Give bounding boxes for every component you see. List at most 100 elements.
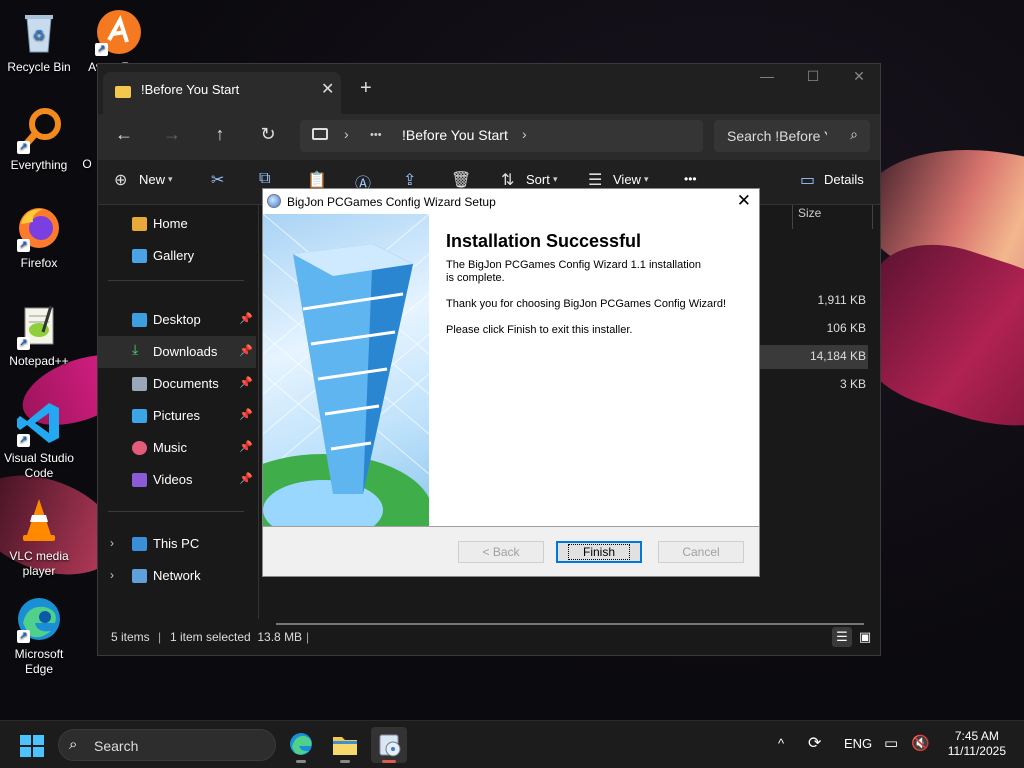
new-tab-button[interactable]: + — [360, 77, 372, 100]
desktop-icon-vlc[interactable]: VLC media player — [0, 497, 79, 579]
svg-text:♻: ♻ — [33, 27, 46, 43]
taskbar-edge[interactable] — [283, 727, 319, 763]
tiles-view-icon[interactable]: ▣ — [855, 627, 875, 647]
desktop-icon-notepadpp[interactable]: ↗ Notepad++ — [0, 302, 79, 369]
breadcrumb-current[interactable]: !Before You Start — [402, 127, 508, 143]
nav-item-network[interactable]: › Network — [98, 560, 256, 592]
back-button[interactable]: < Back — [458, 541, 544, 563]
nav-item-documents[interactable]: Documents 📌 — [98, 368, 256, 400]
desktop-icon-partial[interactable]: O — [77, 157, 97, 172]
pane-splitter[interactable] — [258, 205, 259, 619]
chevron-right-icon[interactable]: › — [522, 126, 527, 142]
more-options-button[interactable]: ••• — [684, 172, 697, 186]
tab-close-icon[interactable]: ✕ — [321, 79, 334, 99]
taskbar-search-box[interactable]: ⌕ Search — [58, 729, 276, 761]
nav-item-videos[interactable]: Videos 📌 — [98, 464, 256, 496]
taskbar-clock[interactable]: 7:45 AM 11/11/2025 — [948, 729, 1006, 759]
nav-item-label: This PC — [153, 536, 200, 551]
desktop-icon-label: Recycle Bin — [7, 60, 71, 74]
taskbar-installer[interactable] — [371, 727, 407, 763]
finish-button[interactable]: Finish — [556, 541, 642, 563]
address-bar[interactable]: › ••• !Before You Start › — [300, 120, 703, 152]
show-hidden-icons-chevron-up-icon[interactable]: ^ — [778, 736, 784, 751]
nav-divider — [108, 280, 244, 281]
refresh-icon[interactable]: ↻ — [256, 124, 280, 145]
pin-icon[interactable]: 📌 — [239, 440, 253, 453]
nav-item-desktop[interactable]: Desktop 📌 — [98, 304, 256, 336]
download-arrow-icon: ⤓ — [132, 341, 139, 357]
up-arrow-icon[interactable]: ↑ — [208, 124, 232, 145]
search-input[interactable]: Search !Before You Start ⌕ — [714, 120, 870, 152]
nav-item-label: Downloads — [153, 344, 218, 359]
desktop-icon-everything[interactable]: ↗ Everything — [0, 106, 79, 173]
share-icon[interactable]: ⇪ — [403, 170, 416, 190]
nav-item-this-pc[interactable]: › This PC — [98, 528, 256, 560]
avast-icon: ↗ — [93, 8, 141, 56]
network-icon — [132, 569, 147, 583]
more-crumbs[interactable]: ••• — [370, 129, 382, 141]
shortcut-arrow-icon: ↗ — [17, 141, 30, 154]
pictures-icon — [132, 409, 147, 423]
details-view-icon[interactable]: ☰ — [832, 627, 852, 647]
speaker-muted-icon[interactable]: 🔇 — [911, 734, 930, 752]
chevron-right-icon[interactable]: › — [110, 536, 114, 550]
documents-icon — [132, 377, 147, 391]
desktop-icon-label: Firefox — [20, 256, 58, 270]
nav-item-pictures[interactable]: Pictures 📌 — [98, 400, 256, 432]
close-window-button[interactable]: ✕ — [836, 68, 882, 85]
explorer-tab[interactable]: !Before You Start ✕ — [103, 72, 341, 114]
column-header-size[interactable]: Size — [798, 206, 821, 220]
item-count: 5 items — [111, 630, 150, 644]
cancel-button[interactable]: Cancel — [658, 541, 744, 563]
pin-icon[interactable]: 📌 — [239, 408, 253, 421]
shortcut-arrow-icon: ↗ — [17, 630, 30, 643]
dialog-title-bar[interactable]: BigJon PCGames Config Wizard Setup ✕ — [263, 189, 759, 214]
windows-start-icon[interactable] — [20, 735, 44, 757]
everything-search-icon: ↗ — [15, 106, 63, 154]
column-divider[interactable] — [872, 205, 873, 229]
desktop-icon-label: Microsoft Edge — [14, 647, 64, 676]
pin-icon[interactable]: 📌 — [239, 312, 253, 325]
pin-icon[interactable]: 📌 — [239, 376, 253, 389]
desktop-icon-recycle-bin[interactable]: ♻ Recycle Bin — [0, 8, 79, 75]
dialog-close-icon[interactable]: ✕ — [737, 191, 751, 211]
recycle-bin-icon: ♻ — [15, 8, 63, 56]
copy-icon[interactable]: ⧉ — [259, 170, 270, 188]
update-sync-icon[interactable]: ⟳ — [808, 733, 821, 753]
forward-arrow-icon[interactable]: → — [160, 124, 184, 145]
chevron-right-icon[interactable]: › — [344, 126, 349, 142]
nav-item-downloads[interactable]: ⤓ Downloads 📌 — [98, 336, 256, 368]
nav-item-music[interactable]: Music 📌 — [98, 432, 256, 464]
column-divider[interactable] — [792, 205, 793, 229]
network-monitor-icon[interactable]: ▭ — [884, 734, 898, 752]
desktop-icon-vscode[interactable]: ↗ Visual Studio Code — [0, 399, 79, 481]
sort-button[interactable]: Sort — [526, 172, 550, 187]
finish-button-label: Finish — [567, 544, 630, 560]
nav-item-home[interactable]: Home — [98, 208, 256, 240]
taskbar-file-explorer[interactable] — [327, 727, 363, 763]
desktop-icon-label: O — [82, 157, 92, 171]
minimize-button[interactable]: — — [744, 68, 790, 84]
pin-icon[interactable]: 📌 — [239, 472, 253, 485]
back-arrow-icon[interactable]: ← — [112, 124, 136, 145]
view-button[interactable]: View — [613, 172, 641, 187]
cut-icon[interactable]: ✂ — [211, 170, 224, 190]
status-divider: | — [158, 630, 162, 644]
paste-icon[interactable]: 📋 — [307, 170, 327, 190]
delete-trash-icon[interactable]: 🗑 — [451, 170, 471, 190]
installer-app-icon — [267, 194, 281, 208]
desktop-icon-edge[interactable]: ↗ Microsoft Edge — [0, 595, 79, 677]
pin-icon[interactable]: 📌 — [239, 344, 253, 357]
shortcut-arrow-icon: ↗ — [17, 239, 30, 252]
nav-item-gallery[interactable]: Gallery — [98, 240, 256, 272]
nav-item-label: Gallery — [153, 248, 195, 263]
desktop-icon-firefox[interactable]: ↗ Firefox — [0, 204, 79, 271]
desktop-icon-label: Notepad++ — [9, 354, 69, 368]
new-button[interactable]: New — [139, 172, 165, 187]
file-size: 3 KB — [839, 377, 866, 391]
maximize-button[interactable]: ☐ — [790, 68, 836, 85]
edge-icon: ↗ — [15, 595, 63, 643]
language-indicator[interactable]: ENG — [844, 736, 872, 751]
chevron-right-icon[interactable]: › — [110, 568, 114, 582]
details-button[interactable]: Details — [824, 172, 864, 187]
